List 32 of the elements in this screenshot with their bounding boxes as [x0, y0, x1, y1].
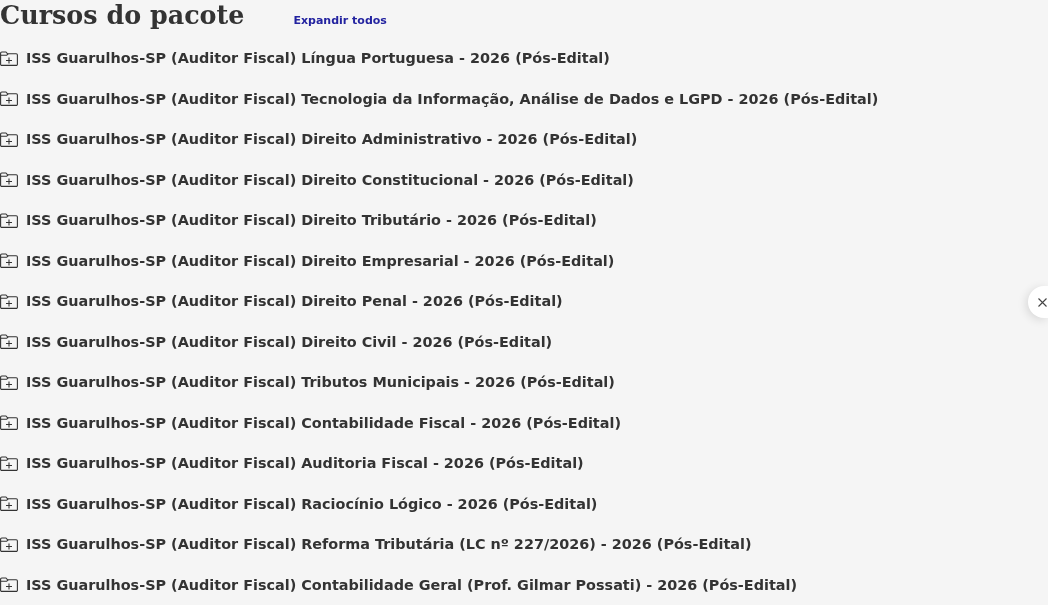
folder-plus-icon[interactable]	[0, 253, 18, 269]
folder-plus-icon[interactable]	[0, 131, 18, 147]
folder-plus-icon[interactable]	[0, 577, 18, 593]
course-title[interactable]: ISS Guarulhos-SP (Auditor Fiscal) Reforma Tributária (LC nº 227/2026) - 2026 (Pós-Edital)	[26, 536, 752, 553]
section-title: Cursos do pacote	[0, 0, 245, 30]
expand-all-link[interactable]: Expandir todos	[293, 14, 387, 27]
folder-plus-icon[interactable]	[0, 212, 18, 228]
folder-plus-icon[interactable]	[0, 172, 18, 188]
course-title[interactable]: ISS Guarulhos-SP (Auditor Fiscal) Direito Constitucional - 2026 (Pós-Edital)	[26, 171, 634, 188]
folder-plus-icon[interactable]	[0, 496, 18, 512]
folder-plus-icon[interactable]	[0, 415, 18, 431]
course-title[interactable]: ISS Guarulhos-SP (Auditor Fiscal) Direito Penal - 2026 (Pós-Edital)	[26, 293, 563, 310]
course-title[interactable]: ISS Guarulhos-SP (Auditor Fiscal) Contabilidade Geral (Prof. Gilmar Possati) - 2026 (Pós-Edital)	[26, 576, 797, 593]
course-title[interactable]: ISS Guarulhos-SP (Auditor Fiscal) Tributos Municipais - 2026 (Pós-Edital)	[26, 374, 615, 391]
folder-plus-icon[interactable]	[0, 455, 18, 471]
course-title[interactable]: ISS Guarulhos-SP (Auditor Fiscal) Contabilidade Fiscal - 2026 (Pós-Edital)	[26, 414, 621, 431]
course-title[interactable]: ISS Guarulhos-SP (Auditor Fiscal) Auditoria Fiscal - 2026 (Pós-Edital)	[26, 455, 584, 472]
course-title[interactable]: ISS Guarulhos-SP (Auditor Fiscal) Direito Empresarial - 2026 (Pós-Edital)	[26, 252, 615, 269]
course-title[interactable]: ISS Guarulhos-SP (Auditor Fiscal) Língua Portuguesa - 2026 (Pós-Edital)	[26, 50, 610, 67]
close-button[interactable]	[1028, 286, 1048, 318]
course-title[interactable]: ISS Guarulhos-SP (Auditor Fiscal) Direito Administrativo - 2026 (Pós-Edital)	[26, 131, 638, 148]
course-title[interactable]: ISS Guarulhos-SP (Auditor Fiscal) Direito Tributário - 2026 (Pós-Edital)	[26, 212, 597, 229]
folder-plus-icon[interactable]	[0, 374, 18, 390]
folder-plus-icon[interactable]	[0, 334, 18, 350]
course-title[interactable]: ISS Guarulhos-SP (Auditor Fiscal) Tecnologia da Informação, Análise de Dados e LGPD - 2026 (Pós-Edital)	[26, 90, 879, 107]
course-title[interactable]: ISS Guarulhos-SP (Auditor Fiscal) Raciocínio Lógico - 2026 (Pós-Edital)	[26, 495, 598, 512]
folder-plus-icon[interactable]	[0, 50, 18, 66]
course-title[interactable]: ISS Guarulhos-SP (Auditor Fiscal) Direito Civil - 2026 (Pós-Edital)	[26, 333, 553, 350]
folder-plus-icon[interactable]	[0, 91, 18, 107]
folder-plus-icon[interactable]	[0, 293, 18, 309]
close-icon	[1037, 297, 1047, 307]
folder-plus-icon[interactable]	[0, 536, 18, 552]
